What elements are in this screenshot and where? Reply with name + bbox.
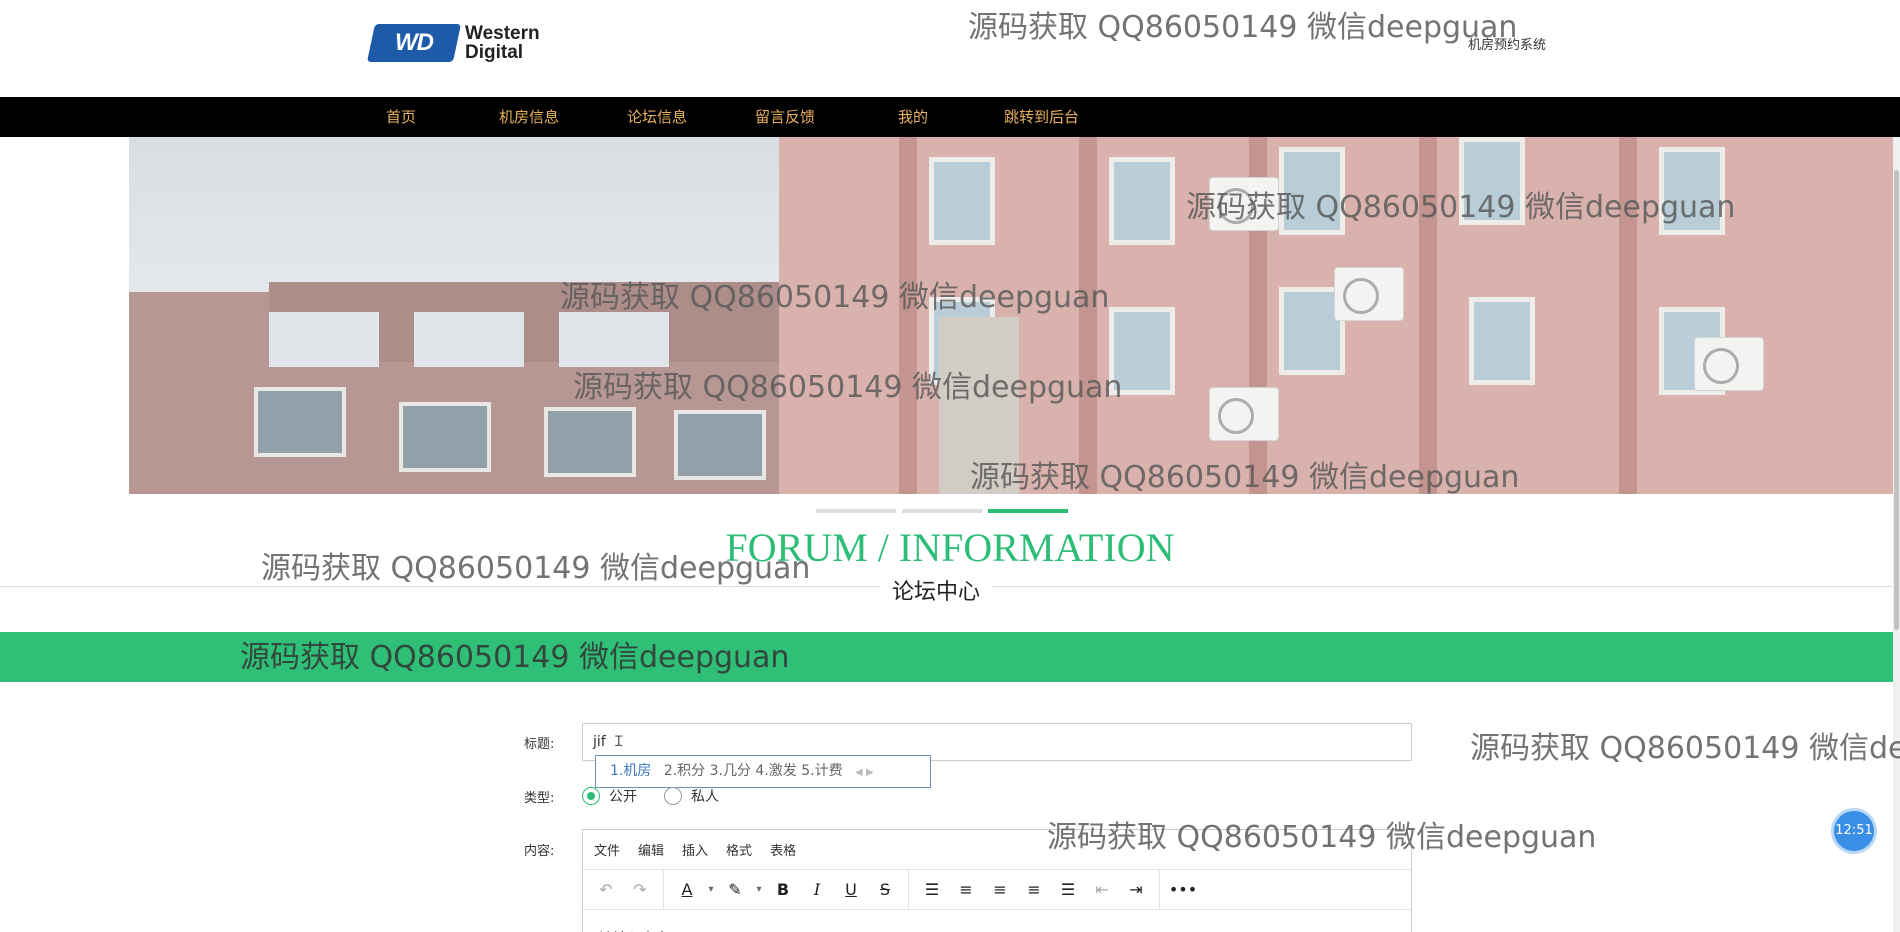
outdent-icon[interactable]: ⇤ (1085, 875, 1119, 905)
ime-candidate-first[interactable]: 1.机房 (610, 763, 651, 779)
text-color-dropdown-icon[interactable]: ▾ (704, 875, 718, 905)
bullet-list-icon[interactable]: ☰ (915, 875, 949, 905)
ime-page-arrows-icon[interactable]: ◀ ▶ (855, 767, 874, 778)
western-digital-logo[interactable]: WD Western Digital (366, 22, 561, 64)
carousel-dot-3[interactable] (988, 509, 1068, 513)
carousel-dot-2[interactable] (902, 509, 982, 513)
ime-candidate-popup[interactable]: 1.机房 2.积分 3.几分 4.激发 5.计费 ◀ ▶ (595, 755, 931, 788)
section-title-en: FORUM / INFORMATION (725, 525, 1175, 570)
nav-item-lab-info[interactable]: 机房信息 (499, 97, 559, 137)
italic-icon[interactable]: I (800, 875, 834, 905)
carousel-indicators (816, 509, 1068, 513)
nav-item-home[interactable]: 首页 (386, 97, 416, 137)
type-radio-public[interactable]: 公开 (582, 786, 637, 806)
bold-icon[interactable]: B (766, 875, 800, 905)
toolbar-group-more: ••• (1160, 870, 1206, 909)
align-left-icon[interactable]: ≡ (949, 875, 983, 905)
wd-logo-mark: WD (366, 24, 462, 62)
title-input-value: jif (593, 734, 606, 750)
type-option-private: 私人 (691, 789, 719, 805)
rich-text-editor: 文件 编辑 插入 格式 表格 ↶ ↷ A ▾ ✎ ▾ B I U S ☰ ≡ ≡… (582, 829, 1412, 932)
logo-wordmark: Western Digital (465, 24, 540, 62)
editor-menu-table[interactable]: 表格 (770, 840, 796, 859)
section-banner-bar (0, 632, 1893, 682)
text-cursor-icon: Ｉ (611, 734, 626, 750)
highlight-color-icon[interactable]: ✎ (718, 875, 752, 905)
watermark-text: 源码获取 QQ86050149 微信de (1470, 731, 1900, 766)
radio-unchecked-icon (664, 787, 682, 805)
floating-clock-button[interactable]: 12:51 (1831, 808, 1877, 854)
text-color-icon[interactable]: A (670, 875, 704, 905)
strikethrough-icon[interactable]: S (868, 875, 902, 905)
banner-carousel[interactable] (129, 137, 1893, 494)
editor-menu-edit[interactable]: 编辑 (638, 840, 664, 859)
ime-candidates-rest[interactable]: 2.积分 3.几分 4.激发 5.计费 (664, 763, 843, 779)
section-title-cn: 论坛中心 (880, 574, 993, 606)
align-center-icon[interactable]: ≡ (983, 875, 1017, 905)
logo-line-2: Digital (465, 42, 524, 63)
system-name: 机房预约系统 (1468, 38, 1547, 53)
page-scrollbar-thumb[interactable] (1894, 170, 1899, 630)
header: WD Western Digital 机房预约系统 (0, 0, 1900, 97)
type-option-public: 公开 (609, 789, 637, 805)
page: WD Western Digital 机房预约系统 首页 机房信息 论坛信息 留… (0, 0, 1900, 932)
nav-item-feedback[interactable]: 留言反馈 (755, 97, 815, 137)
logo-line-1: Western (465, 23, 540, 44)
nav-item-admin[interactable]: 跳转到后台 (1004, 97, 1079, 137)
type-label: 类型: (524, 791, 555, 806)
editor-toolbar: ↶ ↷ A ▾ ✎ ▾ B I U S ☰ ≡ ≡ ≡ ☰ ⇤ ⇥ ••• (583, 870, 1411, 910)
highlight-dropdown-icon[interactable]: ▾ (752, 875, 766, 905)
align-justify-icon[interactable]: ☰ (1051, 875, 1085, 905)
undo-icon[interactable]: ↶ (589, 875, 623, 905)
more-icon[interactable]: ••• (1166, 875, 1200, 905)
carousel-dot-1[interactable] (816, 509, 896, 513)
banner-overlay (129, 137, 1893, 494)
main-nav: 首页 机房信息 论坛信息 留言反馈 我的 跳转到后台 (0, 97, 1900, 137)
editor-placeholder[interactable]: 请输入内容 (583, 910, 1411, 932)
editor-menu-format[interactable]: 格式 (726, 840, 752, 859)
type-radio-private[interactable]: 私人 (664, 786, 719, 806)
editor-menubar: 文件 编辑 插入 格式 表格 (583, 830, 1411, 870)
editor-menu-file[interactable]: 文件 (594, 840, 620, 859)
nav-item-mine[interactable]: 我的 (898, 97, 928, 137)
nav-item-forum[interactable]: 论坛信息 (627, 97, 687, 137)
redo-icon[interactable]: ↷ (623, 875, 657, 905)
toolbar-group-format: A ▾ ✎ ▾ B I U S (664, 870, 909, 909)
toolbar-group-history: ↶ ↷ (583, 870, 664, 909)
editor-menu-insert[interactable]: 插入 (682, 840, 708, 859)
toolbar-group-align: ☰ ≡ ≡ ≡ ☰ ⇤ ⇥ (909, 870, 1160, 909)
logo-mark-text: WD (395, 29, 433, 56)
radio-checked-icon (582, 787, 600, 805)
align-right-icon[interactable]: ≡ (1017, 875, 1051, 905)
underline-icon[interactable]: U (834, 875, 868, 905)
indent-icon[interactable]: ⇥ (1119, 875, 1153, 905)
content-label: 内容: (524, 844, 555, 859)
title-label: 标题: (524, 737, 555, 752)
